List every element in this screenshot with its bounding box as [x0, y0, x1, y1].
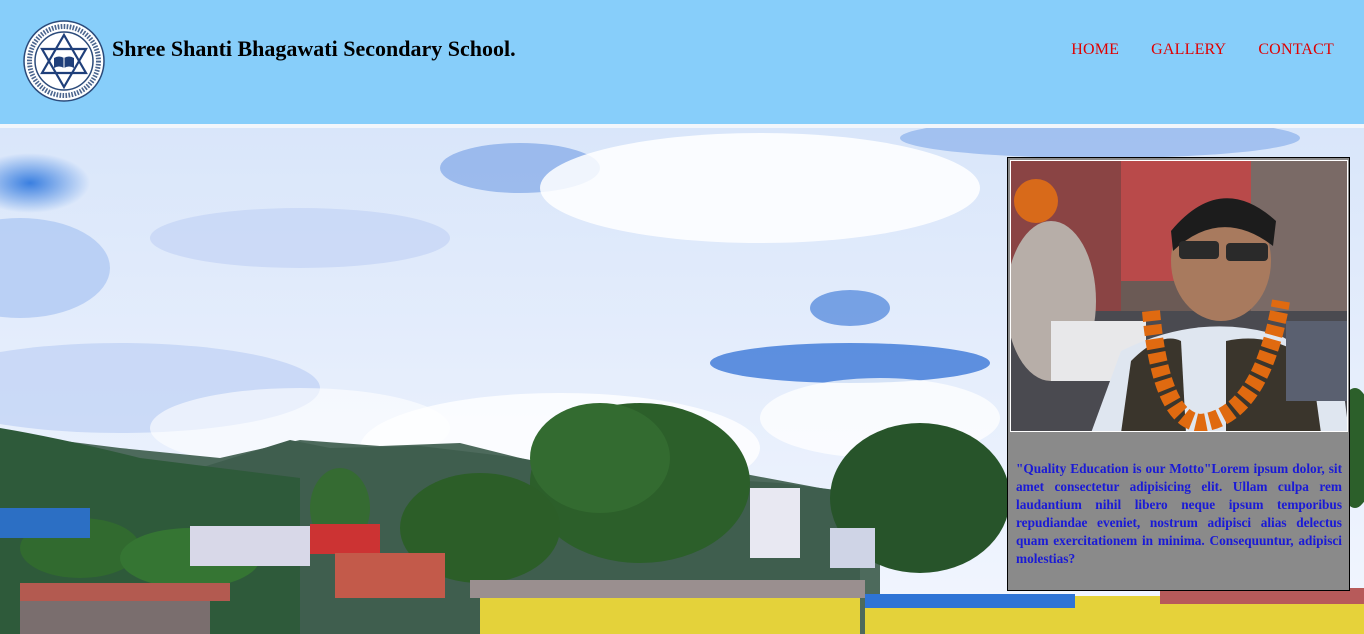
nav-link-contact[interactable]: CONTACT	[1258, 41, 1334, 59]
school-name-title: Shree Shanti Bhagawati Secondary School.	[112, 36, 516, 61]
nav-link-gallery[interactable]: GALLERY	[1151, 41, 1226, 59]
main-navigation: HOME GALLERY CONTACT	[1071, 41, 1334, 59]
school-emblem-logo[interactable]	[23, 20, 105, 102]
nav-link-home[interactable]: HOME	[1071, 41, 1119, 59]
site-header: Shree Shanti Bhagawati Secondary School.…	[0, 0, 1364, 124]
principal-message-card: "Quality Education is our Motto"Lorem ip…	[1007, 157, 1350, 591]
principal-motto-text: "Quality Education is our Motto"Lorem ip…	[1016, 461, 1342, 566]
principal-portrait-photo	[1010, 160, 1348, 432]
